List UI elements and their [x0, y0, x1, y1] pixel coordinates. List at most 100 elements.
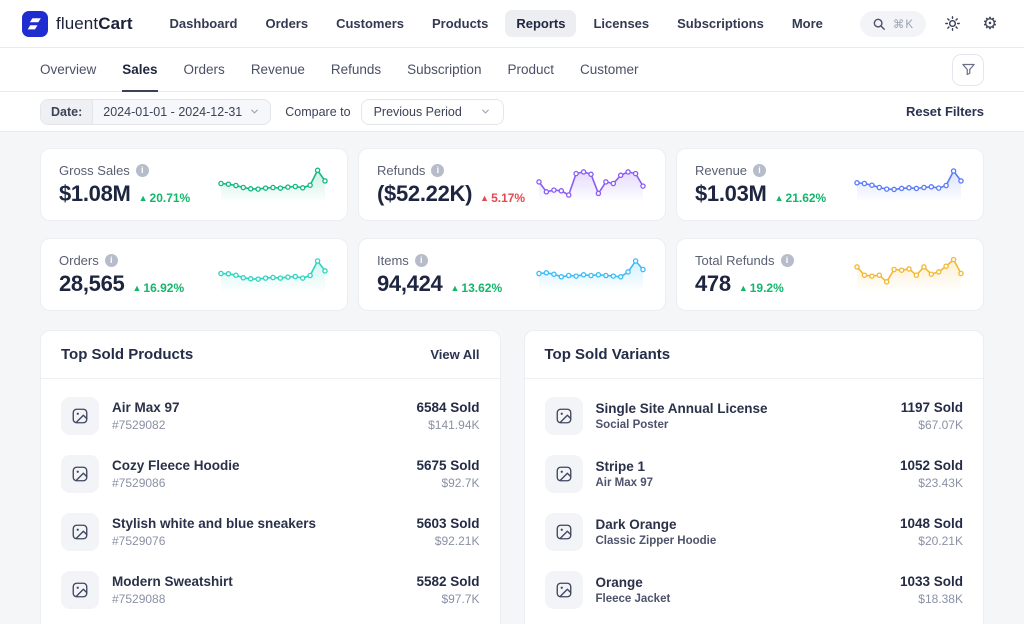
nav-item-customers[interactable]: Customers: [325, 10, 415, 37]
tab-customer[interactable]: Customer: [580, 48, 639, 92]
top-header: fluentCart DashboardOrdersCustomersProdu…: [0, 0, 1024, 48]
trend-up-icon: ▲: [451, 283, 460, 293]
tab-revenue[interactable]: Revenue: [251, 48, 305, 92]
variant-amount: $67.07K: [901, 418, 963, 432]
brand-logo[interactable]: fluentCart: [22, 11, 133, 37]
nav-item-orders[interactable]: Orders: [254, 10, 319, 37]
search-button[interactable]: ⌘K: [860, 11, 926, 37]
stat-delta: ▲20.71%: [139, 191, 191, 205]
product-sold-count: 6584 Sold: [416, 400, 479, 415]
image-placeholder-icon: [71, 465, 89, 483]
product-amount: $92.7K: [416, 476, 479, 490]
view-all-link[interactable]: View All: [430, 347, 479, 362]
date-range-picker[interactable]: Date: 2024-01-01 - 2024-12-31: [40, 99, 271, 125]
product-thumbnail: [545, 571, 583, 609]
settings-button[interactable]: ⚙: [978, 12, 1002, 36]
tab-refunds[interactable]: Refunds: [331, 48, 381, 92]
date-label: Date:: [41, 100, 93, 124]
report-tabs-bar: Overview Sales Orders Revenue Refunds Subscri…: [0, 48, 1024, 92]
nav-item-more[interactable]: More: [781, 10, 834, 37]
product-sold-count: 5582 Sold: [416, 574, 479, 589]
stat-label: Revenue: [695, 163, 747, 178]
stat-value: 94,424: [377, 271, 443, 297]
report-content: Gross Salesi$1.08M▲20.71%Refundsi($52.22…: [0, 132, 1024, 624]
product-thumbnail: [545, 397, 583, 435]
nav-item-reports[interactable]: Reports: [505, 10, 576, 37]
image-placeholder-icon: [71, 523, 89, 541]
nav-item-licenses[interactable]: Licenses: [582, 10, 660, 37]
chevron-down-icon: [480, 106, 491, 117]
product-sold-count: 5603 Sold: [416, 516, 479, 531]
variant-row[interactable]: Stripe 1Air Max 971052 Sold$23.43K: [545, 445, 964, 503]
image-placeholder-icon: [555, 581, 573, 599]
product-row[interactable]: Stylish white and blue sneakers#75290765…: [61, 503, 480, 561]
trend-up-icon: ▲: [139, 193, 148, 203]
compare-period-select[interactable]: Previous Period: [361, 99, 504, 125]
info-icon[interactable]: i: [431, 164, 444, 177]
product-row[interactable]: Modern Sweatshirt#75290885582 Sold$97.7K: [61, 561, 480, 619]
product-thumbnail: [61, 455, 99, 493]
tab-orders[interactable]: Orders: [184, 48, 225, 92]
stat-label: Items: [377, 253, 409, 268]
lists-section: Top Sold Products View All Air Max 97 #75…: [40, 330, 984, 624]
product-sold-count: 5675 Sold: [416, 458, 479, 473]
info-icon[interactable]: i: [105, 254, 118, 267]
top-products-rows: Air Max 97#75290826584 Sold$141.94KCozy …: [41, 379, 500, 624]
search-icon: [872, 17, 886, 31]
tab-overview[interactable]: Overview: [40, 48, 96, 92]
info-icon[interactable]: i: [136, 164, 149, 177]
variant-subtitle: Air Max 97: [596, 477, 887, 489]
product-amount: $141.94K: [416, 418, 479, 432]
variant-row[interactable]: OrangeFleece Jacket1033 Sold$18.38K: [545, 561, 964, 619]
nav-item-subscriptions[interactable]: Subscriptions: [666, 10, 775, 37]
sparkline-chart: [853, 162, 965, 208]
compare-period-value: Previous Period: [374, 105, 462, 119]
report-tabs: Overview Sales Orders Revenue Refunds Subscri…: [40, 48, 639, 91]
variant-row[interactable]: Single Site Annual LicenseSocial Poster1…: [545, 387, 964, 445]
product-thumbnail: [61, 397, 99, 435]
theme-toggle-button[interactable]: [940, 12, 964, 36]
nav-item-dashboard[interactable]: Dashboard: [159, 10, 249, 37]
image-placeholder-icon: [71, 407, 89, 425]
stat-card-items: Itemsi94,424▲13.62%: [358, 238, 666, 311]
info-icon[interactable]: i: [781, 254, 794, 267]
product-thumbnail: [545, 455, 583, 493]
compare-to-label: Compare to: [285, 105, 350, 119]
product-thumbnail: [545, 513, 583, 551]
filter-button[interactable]: [952, 54, 984, 86]
variant-sold-count: 1197 Sold: [901, 400, 963, 415]
product-name: Modern Sweatshirt: [112, 574, 403, 589]
tab-sales[interactable]: Sales: [122, 48, 157, 92]
funnel-icon: [961, 62, 976, 77]
date-range-value: 2024-01-01 - 2024-12-31: [103, 105, 242, 119]
info-icon[interactable]: i: [415, 254, 428, 267]
variant-name: Single Site Annual License: [596, 401, 888, 416]
top-variants-rows: Single Site Annual LicenseSocial Poster1…: [525, 379, 984, 624]
filter-bar: Date: 2024-01-01 - 2024-12-31 Compare to…: [0, 92, 1024, 132]
reset-filters-link[interactable]: Reset Filters: [906, 104, 984, 119]
info-icon[interactable]: i: [753, 164, 766, 177]
nav-item-products[interactable]: Products: [421, 10, 499, 37]
product-name: Cozy Fleece Hoodie: [112, 458, 403, 473]
product-name: Stylish white and blue sneakers: [112, 516, 403, 531]
product-row[interactable]: Air Max 97#75290826584 Sold$141.94K: [61, 387, 480, 445]
variant-name: Dark Orange: [596, 517, 887, 532]
stat-card-gross-sales: Gross Salesi$1.08M▲20.71%: [40, 148, 348, 221]
variant-sold-count: 1052 Sold: [900, 458, 963, 473]
variant-subtitle: Fleece Jacket: [596, 593, 887, 605]
product-subtitle: #7529088: [112, 592, 403, 606]
image-placeholder-icon: [555, 465, 573, 483]
product-row[interactable]: Cozy Fleece Hoodie #7529086 5675 Sold $92.7…: [61, 445, 480, 503]
product-subtitle: #7529086: [112, 476, 403, 490]
stat-label: Orders: [59, 253, 99, 268]
tab-product[interactable]: Product: [507, 48, 554, 92]
variant-amount: $20.21K: [900, 534, 963, 548]
tab-subscription[interactable]: Subscription: [407, 48, 481, 92]
stat-label: Refunds: [377, 163, 425, 178]
top-products-title: Top Sold Products: [61, 346, 193, 363]
variant-sold-count: 1048 Sold: [900, 516, 963, 531]
stat-value: 28,565: [59, 271, 125, 297]
variant-row[interactable]: Dark OrangeClassic Zipper Hoodie1048 Sol…: [545, 503, 964, 561]
stat-label: Total Refunds: [695, 253, 775, 268]
stat-card-revenue: Revenuei$1.03M▲21.62%: [676, 148, 984, 221]
